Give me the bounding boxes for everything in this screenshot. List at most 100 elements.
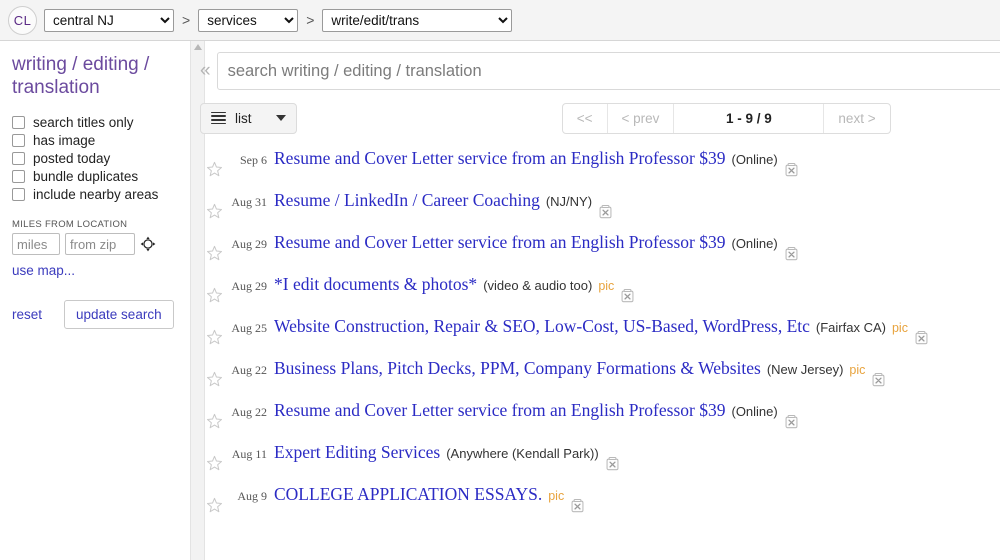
filter-label: include nearby areas [33, 187, 159, 202]
checkbox-icon[interactable] [12, 116, 25, 129]
listing-row[interactable]: Sep 6 Resume and Cover Letter service fro… [200, 148, 1000, 190]
listing-pic-tag: pic [891, 321, 908, 335]
filter-posted-today[interactable]: posted today [12, 151, 180, 166]
listing-location: (New Jersey) [766, 362, 844, 377]
listing-row[interactable]: Aug 29 Resume and Cover Letter service fr… [200, 232, 1000, 274]
listing-date: Aug 9 [237, 489, 267, 503]
hide-listing-icon[interactable] [871, 372, 886, 387]
breadcrumb-separator-1: > [182, 12, 191, 28]
listing-location: (Anywhere (Kendall Park)) [446, 446, 599, 461]
miles-from-location-group [12, 233, 180, 255]
view-mode-button[interactable]: list [200, 102, 297, 134]
filter-label: has image [33, 133, 96, 148]
update-search-button[interactable]: update search [64, 300, 174, 329]
listing-location: (Online) [731, 152, 778, 167]
listing-pic-tag: pic [548, 489, 565, 503]
checkbox-icon[interactable] [12, 170, 25, 183]
use-map-link[interactable]: use map... [12, 263, 180, 278]
listing-row[interactable]: Aug 9 COLLEGE APPLICATION ESSAYS. pic [200, 484, 1000, 526]
filter-search-titles-only[interactable]: search titles only [12, 115, 180, 130]
filter-label: posted today [33, 151, 111, 166]
favorite-star-icon[interactable] [206, 287, 223, 304]
listing-pic-tag: pic [598, 279, 615, 293]
listing-date: Aug 29 [231, 279, 267, 293]
favorite-star-icon[interactable] [206, 245, 223, 262]
listing-row[interactable]: Aug 22 Business Plans, Pitch Decks, PPM, … [200, 358, 1000, 400]
listing-title-link[interactable]: Resume and Cover Letter service from an … [274, 232, 725, 253]
listing-row[interactable]: Aug 31 Resume / LinkedIn / Career Coachin… [200, 190, 1000, 232]
listing-date: Aug 29 [231, 237, 267, 251]
pagination-prev-button[interactable]: < prev [608, 103, 675, 133]
listing-title-link[interactable]: Website Construction, Repair & SEO, Low-… [274, 316, 810, 337]
chevron-down-icon [276, 115, 286, 121]
search-input[interactable] [216, 52, 1000, 90]
listing-row[interactable]: Aug 25 Website Construction, Repair & SEO… [200, 316, 1000, 358]
checkbox-icon[interactable] [12, 152, 25, 165]
listing-title-link[interactable]: Resume / LinkedIn / Career Coaching [274, 190, 540, 211]
listing-title-link[interactable]: COLLEGE APPLICATION ESSAYS. [274, 484, 542, 505]
listing-row[interactable]: Aug 29 *I edit documents & photos* (video … [200, 274, 1000, 316]
hide-listing-icon[interactable] [598, 204, 613, 219]
sidebar-actions: reset update search [12, 300, 180, 329]
location-select[interactable]: central NJ [44, 8, 174, 32]
category-select[interactable]: services [198, 8, 299, 32]
filter-checkbox-list: search titles only has image posted toda… [12, 115, 180, 202]
checkbox-icon[interactable] [12, 134, 25, 147]
listing-title-link[interactable]: Expert Editing Services [274, 442, 440, 463]
listing-date: Aug 22 [231, 363, 267, 377]
listing-location: (Fairfax CA) [815, 320, 886, 335]
listing-pic-tag: pic [849, 363, 866, 377]
listing-title-link[interactable]: *I edit documents & photos* [274, 274, 477, 295]
collapse-sidebar-icon[interactable]: « [200, 52, 217, 90]
filter-bundle-duplicates[interactable]: bundle duplicates [12, 169, 180, 184]
filters-sidebar: writing / editing / translation search t… [0, 41, 205, 560]
listing-date: Aug 31 [231, 195, 267, 209]
listing-location: (video & audio too) [483, 278, 593, 293]
filter-include-nearby-areas[interactable]: include nearby areas [12, 187, 180, 202]
subcategory-select[interactable]: write/edit/trans [322, 8, 513, 32]
listing-title-link[interactable]: Resume and Cover Letter service from an … [274, 400, 725, 421]
miles-from-location-label: MILES FROM LOCATION [12, 219, 128, 230]
reset-link[interactable]: reset [12, 307, 42, 322]
listing-location: (Online) [731, 236, 778, 251]
hide-listing-icon[interactable] [784, 162, 799, 177]
favorite-star-icon[interactable] [206, 203, 223, 220]
hide-listing-icon[interactable] [605, 456, 620, 471]
listing-location: (Online) [731, 404, 778, 419]
favorite-star-icon[interactable] [206, 455, 223, 472]
listing-row[interactable]: Aug 22 Resume and Cover Letter service fr… [200, 400, 1000, 442]
checkbox-icon[interactable] [12, 188, 25, 201]
hide-listing-icon[interactable] [784, 414, 799, 429]
favorite-star-icon[interactable] [206, 161, 223, 178]
pagination-next-button[interactable]: next > [824, 104, 889, 133]
zip-input[interactable] [65, 233, 135, 255]
listing-date: Sep 6 [240, 153, 267, 167]
miles-input[interactable] [12, 233, 60, 255]
listing-row[interactable]: Aug 11 Expert Editing Services (Anywhere (… [200, 442, 1000, 484]
favorite-star-icon[interactable] [206, 497, 223, 514]
favorite-star-icon[interactable] [206, 371, 223, 388]
hide-listing-icon[interactable] [570, 498, 585, 513]
listing-date: Aug 22 [231, 405, 267, 419]
listing-results: Sep 6 Resume and Cover Letter service fro… [200, 148, 1000, 526]
listing-title-link[interactable]: Resume and Cover Letter service from an … [274, 148, 725, 169]
page-title: writing / editing / translation [12, 54, 150, 98]
listing-title-link[interactable]: Business Plans, Pitch Decks, PPM, Compan… [274, 358, 761, 379]
top-breadcrumb-bar: CL central NJ > services > write/edit/tr… [0, 0, 1000, 41]
crosshair-target-icon[interactable] [140, 236, 156, 252]
favorite-star-icon[interactable] [206, 413, 223, 430]
hide-listing-icon[interactable] [784, 246, 799, 261]
favorite-star-icon[interactable] [206, 329, 223, 346]
hide-listing-icon[interactable] [620, 288, 635, 303]
filter-label: search titles only [33, 115, 134, 130]
search-row: « [200, 41, 1000, 90]
breadcrumb-separator-2: > [306, 12, 315, 28]
filter-has-image[interactable]: has image [12, 133, 180, 148]
cl-logo-icon[interactable]: CL [8, 5, 37, 35]
results-main: « list << < prev 1 - 9 / 9 next > Sep 6 R… [190, 41, 1000, 560]
pagination-range: 1 - 9 / 9 [674, 103, 825, 133]
filter-label: bundle duplicates [33, 169, 139, 184]
hide-listing-icon[interactable] [914, 330, 929, 345]
pagination-first-button[interactable]: << [563, 103, 608, 133]
page-body: writing / editing / translation search t… [0, 41, 1000, 560]
